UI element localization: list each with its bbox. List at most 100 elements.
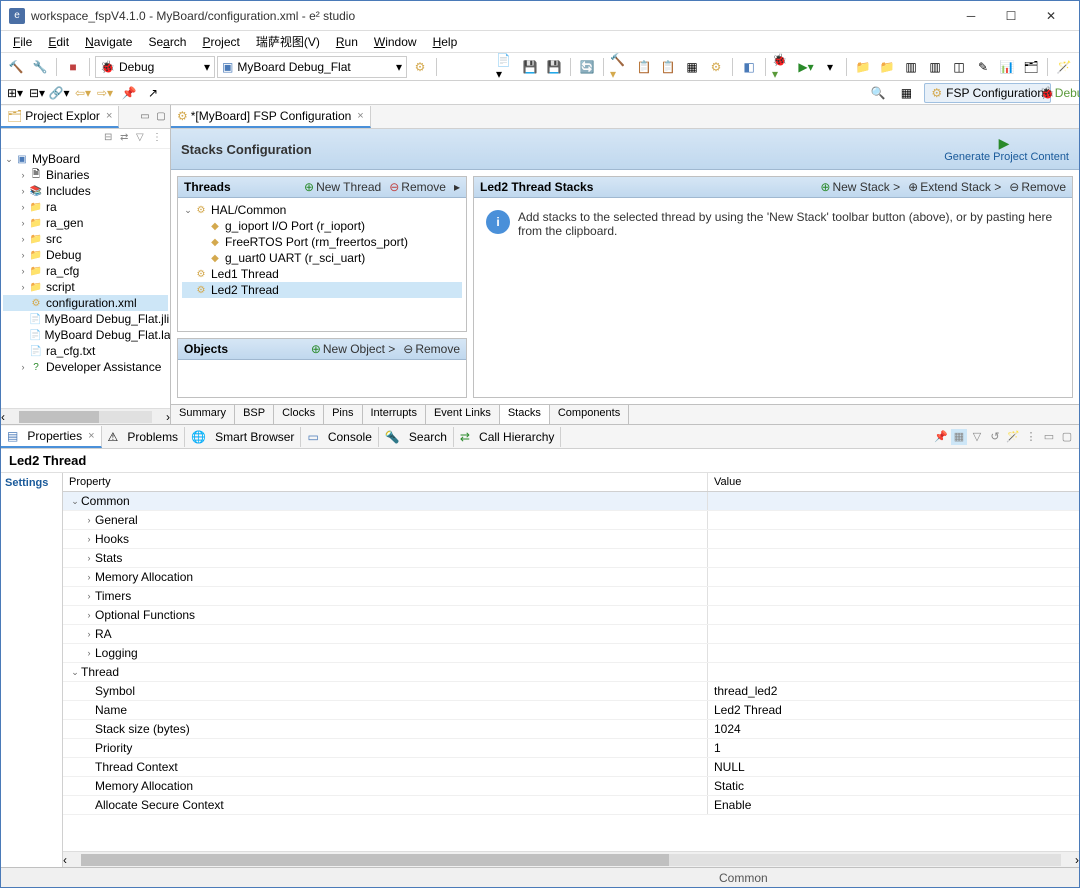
prop-symbol[interactable]: Symbolthread_led2 [63,682,1079,701]
wand-icon[interactable]: 🪄 [1053,56,1075,78]
gear-icon[interactable]: ⚙ [409,56,431,78]
remove-thread-button[interactable]: ⊖Remove [389,180,446,194]
prop-row[interactable]: ›Logging [63,644,1079,663]
menu-project[interactable]: Project [194,33,247,51]
menu-icon[interactable]: ⋮ [1023,429,1039,445]
tree-cfg-txt[interactable]: 📄ra_cfg.txt [3,343,168,359]
defaults-icon[interactable]: ↺ [987,429,1003,445]
new-thread-button[interactable]: ⊕New Thread [304,180,381,194]
forward-icon[interactable]: ⇨▾ [95,83,115,103]
close-button[interactable]: ✕ [1031,2,1071,30]
tool5-icon[interactable]: ◧ [738,56,760,78]
prop-priority[interactable]: Priority1 [63,739,1079,758]
tool7-icon[interactable]: 📁 [876,56,898,78]
debug-config-combo[interactable]: 🐞 Debug ▾ [95,56,215,78]
project-tree[interactable]: ⌄▣MyBoard ›🗎Binaries ›📚Includes ›📁ra ›📁r… [1,149,170,408]
menu-search[interactable]: Search [140,33,194,51]
menu-edit[interactable]: Edit [40,33,77,51]
thread-item[interactable]: ◆g_ioport I/O Port (r_ioport) [182,218,462,234]
tree-ra-gen[interactable]: ›📁ra_gen [3,215,168,231]
menu-help[interactable]: Help [425,33,466,51]
filter-icon[interactable]: ▽ [969,429,985,445]
scrollbar-h[interactable]: ‹› [63,851,1079,867]
tab-bsp[interactable]: BSP [235,405,274,424]
tab-pins[interactable]: Pins [324,405,362,424]
tree-src[interactable]: ›📁src [3,231,168,247]
debug-icon[interactable]: 🐞▾ [771,56,793,78]
menu-file[interactable]: FFileile [5,33,40,51]
minimize-view-icon[interactable]: ▭ [138,110,152,124]
tree-script[interactable]: ›📁script [3,279,168,295]
menu-renesas[interactable]: 瑞萨视图(V) [248,31,328,52]
column-value[interactable]: Value [708,473,747,491]
tool9-icon[interactable]: ▥ [924,56,946,78]
filter-icon[interactable]: ▽ [136,132,150,146]
new-icon[interactable]: 📄▾ [495,56,517,78]
tab-components[interactable]: Components [550,405,629,424]
expand-icon[interactable]: ⊞▾ [5,83,25,103]
tree-config-xml[interactable]: ⚙configuration.xml [3,295,168,311]
group-common[interactable]: ⌄Common [63,492,1079,511]
tab-clocks[interactable]: Clocks [274,405,324,424]
tree-binaries[interactable]: ›🗎Binaries [3,167,168,183]
maximize-button[interactable]: ☐ [991,2,1031,30]
export-icon[interactable]: ↗ [143,83,163,103]
prop-name[interactable]: NameLed2 Thread [63,701,1079,720]
pin-icon[interactable]: 📌 [119,83,139,103]
categories-icon[interactable]: ▦ [951,429,967,445]
menu-window[interactable]: Window [366,33,425,51]
stop-icon[interactable]: ■ [62,56,84,78]
menu-icon[interactable]: ⋮ [152,132,166,146]
search-icon[interactable]: 🔍 [868,83,888,103]
switch-icon[interactable]: 🔄 [576,56,598,78]
prop-memory-alloc[interactable]: Memory AllocationStatic [63,777,1079,796]
close-tab-icon[interactable]: × [88,430,94,442]
prop-stack-size[interactable]: Stack size (bytes)1024 [63,720,1079,739]
tool8-icon[interactable]: ▥ [900,56,922,78]
panel-menu-icon[interactable]: ▸ [454,180,460,194]
tool10-icon[interactable]: ◫ [948,56,970,78]
tree-includes[interactable]: ›📚Includes [3,183,168,199]
collapse-all-icon[interactable]: ⊟ [104,132,118,146]
save-all-icon[interactable]: 💾 [543,56,565,78]
tool12-icon[interactable]: 📊 [996,56,1018,78]
collapse-icon[interactable]: ⊟▾ [27,83,47,103]
coverage-icon[interactable]: ▾ [819,56,841,78]
generate-content-button[interactable]: ▶ Generate Project Content [944,135,1069,163]
properties-tab[interactable]: ▤ Properties× [1,426,102,448]
tab-event-links[interactable]: Event Links [426,405,500,424]
tree-la-file[interactable]: 📄MyBoard Debug_Flat.la [3,327,168,343]
project-root[interactable]: ⌄▣MyBoard [3,151,168,167]
debug-perspective-button[interactable]: 🐞 Debug [1055,83,1075,103]
maximize-icon[interactable]: ▢ [1059,429,1075,445]
hammer-icon[interactable]: 🔨 [5,56,27,78]
settings-category[interactable]: Settings [5,477,58,489]
prop-row[interactable]: ›Optional Functions [63,606,1079,625]
tree-debug[interactable]: ›📁Debug [3,247,168,263]
prop-row[interactable]: ›General [63,511,1079,530]
build-icon[interactable]: 🔨▾ [609,56,631,78]
prop-row[interactable]: ›Memory Allocation [63,568,1079,587]
led2-thread[interactable]: ⚙Led2 Thread [182,282,462,298]
tool11-icon[interactable]: ✎ [972,56,994,78]
tool13-icon[interactable]: 🗂 [1020,56,1042,78]
group-thread[interactable]: ⌄Thread [63,663,1079,682]
led1-thread[interactable]: ⚙Led1 Thread [182,266,462,282]
run-icon[interactable]: ▶▾ [795,56,817,78]
tool4-icon[interactable]: ▦ [681,56,703,78]
prop-row[interactable]: ›Hooks [63,530,1079,549]
tool6-icon[interactable]: 📁 [852,56,874,78]
menu-navigate[interactable]: Navigate [77,33,140,51]
close-editor-icon[interactable]: × [357,110,363,122]
new-object-button[interactable]: ⊕New Object > [311,342,395,356]
smart-browser-tab[interactable]: 🌐 Smart Browser [185,427,301,447]
console-tab[interactable]: ▭ Console [301,427,378,447]
back-icon[interactable]: ⇦▾ [73,83,93,103]
hal-common-node[interactable]: ⌄⚙HAL/Common [182,202,462,218]
search-tab[interactable]: 🔦 Search [379,427,454,447]
new-stack-button[interactable]: ⊕New Stack > [820,180,900,194]
tree-jli-file[interactable]: 📄MyBoard Debug_Flat.jli [3,311,168,327]
tab-summary[interactable]: Summary [171,405,235,424]
column-property[interactable]: Property [63,473,708,491]
project-explorer-tab[interactable]: 🗂 Project Explor × [1,106,119,128]
